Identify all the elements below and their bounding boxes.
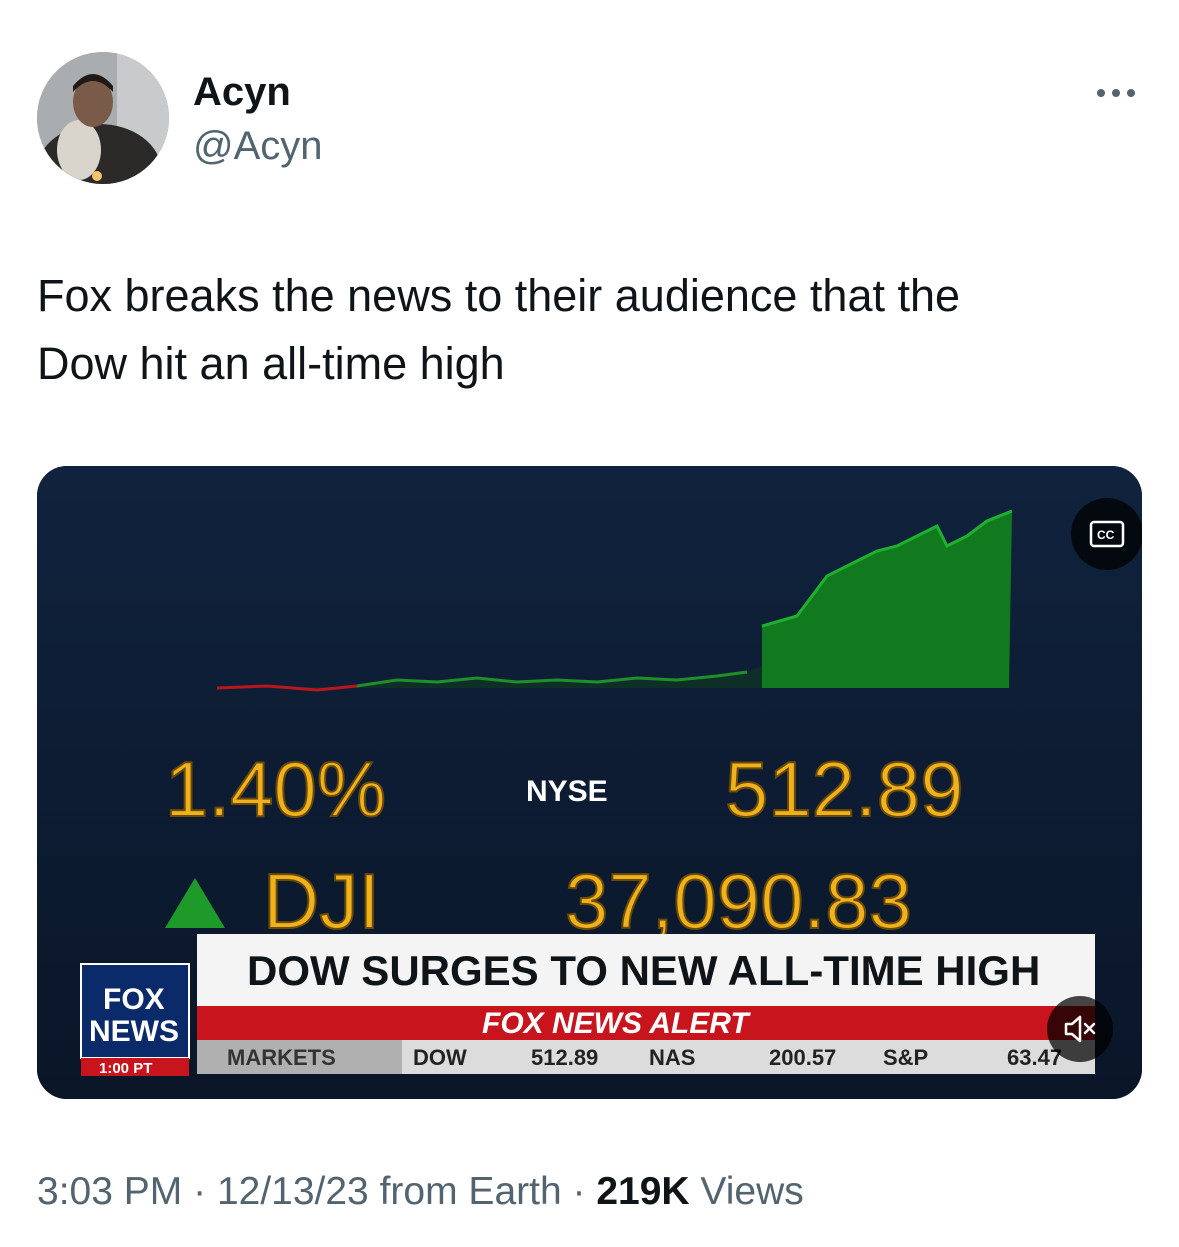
- ticker-item-symbol: DOW: [413, 1045, 467, 1070]
- separator: ·: [193, 1170, 207, 1213]
- time-tag: 1:00 PT: [99, 1060, 152, 1077]
- nyse-logo: NYSE: [526, 775, 608, 808]
- ticker-item-symbol: NAS: [649, 1045, 695, 1070]
- video-frame: 1.40% NYSE 512.89 DJI 37,090.83 DOW SURG…: [37, 466, 1142, 1099]
- tweet-date[interactable]: 12/13/23: [217, 1170, 369, 1213]
- tweet-meta: 3:03 PM · 12/13/23 from Earth · 219K Vie…: [37, 1170, 804, 1214]
- index-value: 37,090.83: [565, 857, 912, 945]
- percent-change: 1.40%: [165, 745, 386, 833]
- closed-captions-icon: CC: [1089, 520, 1125, 548]
- fox-logo-line-1: FOX: [103, 983, 165, 1016]
- ticker-section: MARKETS: [227, 1045, 336, 1070]
- author-handle[interactable]: @Acyn: [193, 124, 323, 169]
- tweet-text: Fox breaks the news to their audience th…: [37, 262, 1142, 398]
- ticker-symbol: DJI: [263, 857, 380, 945]
- separator: ·: [572, 1170, 586, 1213]
- ticker-item-value: 512.89: [531, 1045, 598, 1070]
- author-name[interactable]: Acyn: [193, 70, 291, 115]
- tweet-text-line-2: Dow hit an all-time high: [37, 338, 505, 389]
- alert-label: FOX NEWS ALERT: [482, 1007, 751, 1040]
- speaker-muted-icon: [1064, 1015, 1096, 1043]
- tweet-source: from Earth: [379, 1170, 562, 1213]
- fox-logo-line-2: NEWS: [89, 1015, 179, 1048]
- video-player[interactable]: 1.40% NYSE 512.89 DJI 37,090.83 DOW SURG…: [37, 466, 1142, 1099]
- avatar-photo: [37, 52, 169, 184]
- ticker-item-symbol: S&P: [883, 1045, 928, 1070]
- svg-text:CC: CC: [1097, 528, 1115, 542]
- mute-button[interactable]: [1047, 996, 1113, 1062]
- more-options-icon[interactable]: [1092, 85, 1140, 101]
- point-change: 512.89: [725, 745, 964, 833]
- tweet-text-line-1: Fox breaks the news to their audience th…: [37, 270, 961, 321]
- avatar[interactable]: [37, 52, 169, 184]
- views-count: 219K: [596, 1170, 690, 1213]
- ticker-item-value: 200.57: [769, 1045, 836, 1070]
- headline: DOW SURGES TO NEW ALL-TIME HIGH: [247, 947, 1040, 994]
- closed-captions-button[interactable]: CC: [1071, 498, 1142, 570]
- views-label: Views: [700, 1170, 804, 1213]
- tweet-time[interactable]: 3:03 PM: [37, 1170, 182, 1213]
